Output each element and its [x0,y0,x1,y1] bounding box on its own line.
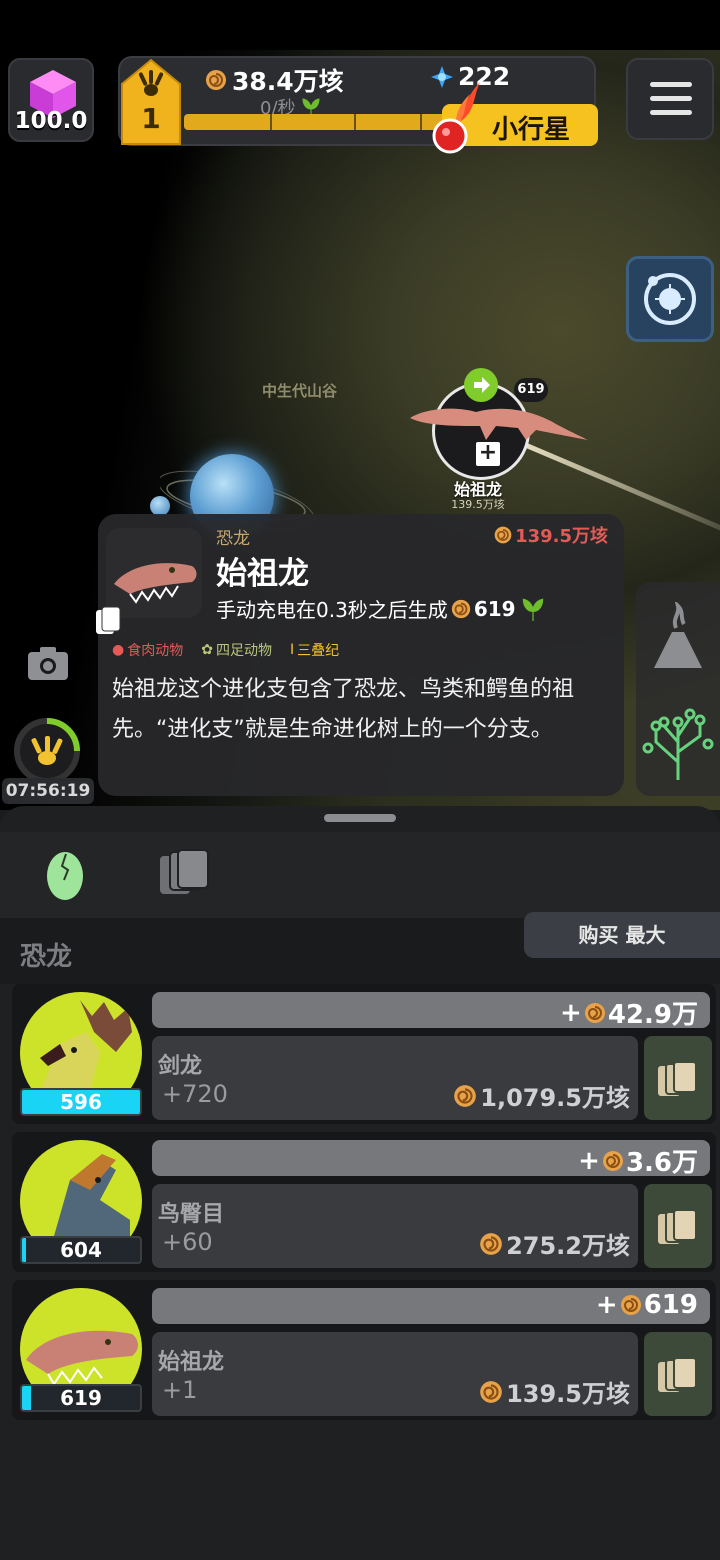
species-yield: 手动充电在0.3秒之后生成 619 [216,594,548,623]
ammonite-icon [584,1002,605,1023]
buy-max-button[interactable]: 购买 最大 [524,912,720,958]
species-name: 始祖龙 [158,1350,225,1375]
species-name: 剑龙 [158,1054,203,1079]
ammonite-icon [206,70,226,90]
asteroid-label: 小行星 [492,115,571,145]
tag-triassic: I 三叠纪 [289,642,340,659]
yield-amount: 619 [473,596,516,621]
species-tags: ● 食肉动物 ✿ 四足动物 I 三叠纪 [112,640,339,660]
species-row[interactable]: 604 + 3.6万 鸟臀目 +60 275.2万垓 [12,1132,716,1272]
species-level: 596 [60,1090,102,1114]
boost-timer: 07:56:19 [2,778,94,804]
fossil-amount: 38.4万垓 [232,67,344,96]
cube-currency-button[interactable]: 100.0 [8,58,94,142]
yield-text: 手动充电在0.3秒之后生成 [216,598,448,622]
cards-icon [658,1061,697,1096]
side-tools-panel [636,582,720,796]
species-cost: 1,079.5万垓 [480,1084,630,1112]
species-cards-button[interactable] [644,1036,712,1120]
species-cost: 275.2万垓 [506,1232,630,1260]
boost-timer-ring[interactable] [12,716,82,786]
ammonite-icon [620,1295,641,1315]
status-bar [0,0,720,50]
species-buy-button[interactable]: 始祖龙 +1 139.5万垓 [152,1332,638,1416]
sun-orbit-icon [644,273,696,325]
species-increment: +720 [162,1080,228,1108]
species-row[interactable]: 619 + 619 始祖龙 +1 139.5万垓 [12,1280,716,1420]
footprint-icon: ✿ [201,642,213,658]
evolution-tree-icon[interactable] [642,696,714,782]
species-level-bar: 596 [20,1088,142,1116]
meat-icon: ● [112,642,125,658]
species-gain-bar: + 619 [152,1288,710,1324]
species-title: 始祖龙 [216,556,309,592]
egg-tab-icon[interactable] [44,846,86,902]
node-plus-icon[interactable]: + [476,442,500,466]
ammonite-icon [480,1380,502,1403]
cards-icon [658,1357,697,1392]
plant-icon [522,598,543,621]
species-gain: 3.6万 [625,1148,698,1178]
ammonite-icon [494,526,512,544]
species-gain-bar: + 3.6万 [152,1140,710,1178]
menu-button[interactable] [626,58,714,140]
species-row[interactable]: 596 + 42.9万 剑龙 +720 1,079.5万垓 [12,984,716,1124]
level-progress-bar [184,114,448,130]
ammonite-icon [602,1150,623,1171]
era-icon: I [289,642,295,658]
panel-drag-handle[interactable] [324,814,396,822]
species-price: 139.5万垓 [493,522,608,548]
camera-icon[interactable] [26,644,70,682]
ammonite-icon [451,599,470,618]
node-dino-sprite [410,408,588,440]
species-cards-button[interactable] [644,1332,712,1416]
tag-carnivore: ● 食肉动物 [112,642,184,659]
species-level-bar: 604 [20,1236,142,1264]
moon-node[interactable] [150,496,170,516]
species-level: 604 [60,1238,102,1262]
cube-value: 100.0 [14,108,88,134]
cards-icon [658,1209,697,1244]
species-gain: 619 [643,1290,698,1320]
species-increment: +1 [162,1376,198,1404]
volcano-icon[interactable] [644,602,710,672]
species-category: 恐龙 [216,529,250,549]
node-upgrade-arrow-icon[interactable] [464,368,498,402]
ammonite-icon [454,1084,477,1107]
species-buy-button[interactable]: 鸟臀目 +60 275.2万垓 [152,1184,638,1268]
species-cost: 139.5万垓 [506,1380,630,1408]
sun-button[interactable] [626,256,714,342]
species-increment: +60 [162,1228,213,1256]
species-panel: 恐龙 购买 最大 596 + 42.9万 剑龙 +720 1,079.5万垓 6… [0,806,720,1560]
species-buy-button[interactable]: 剑龙 +720 1,079.5万垓 [152,1036,638,1120]
species-level: 619 [60,1386,102,1410]
species-info-card: 恐龙 139.5万垓 始祖龙 手动充电在0.3秒之后生成 619 ● 食肉动物 … [96,514,624,796]
species-level-bar: 619 [20,1384,142,1412]
region-label: 中生代山谷 [262,382,338,400]
species-gain: 42.9万 [607,1000,698,1030]
species-price-text: 139.5万垓 [515,526,608,547]
cards-icon [96,606,121,634]
node-price: 139.5万垓 [451,498,505,511]
section-title: 恐龙 [20,942,73,972]
meteor-icon [432,82,480,154]
species-description: 始祖龙这个进化支包含了恐龙、鸟类和鳄鱼的祖先。“进化支”就是生命进化树上的一个分… [112,677,575,742]
menu-icon [650,82,692,87]
panel-tabs [0,832,720,920]
fossil-counter: 38.4万垓 [204,62,344,98]
species-gain-bar: + 42.9万 [152,992,710,1030]
node-count-badge: 619 [514,378,548,402]
species-cards-button[interactable] [644,1184,712,1268]
tag-quadruped: ✿ 四足动物 [201,642,272,659]
resource-bar: 1 38.4万垓 0/秒 222 小行星 [118,56,598,154]
species-name: 鸟臀目 [158,1202,225,1227]
level-number: 1 [141,102,161,135]
cards-tab-icon[interactable] [156,846,212,898]
ammonite-icon [480,1232,502,1255]
game-map[interactable]: 100.0 1 38.4万垓 0/秒 222 小行星 中生代山谷 619 + 始… [0,0,720,810]
